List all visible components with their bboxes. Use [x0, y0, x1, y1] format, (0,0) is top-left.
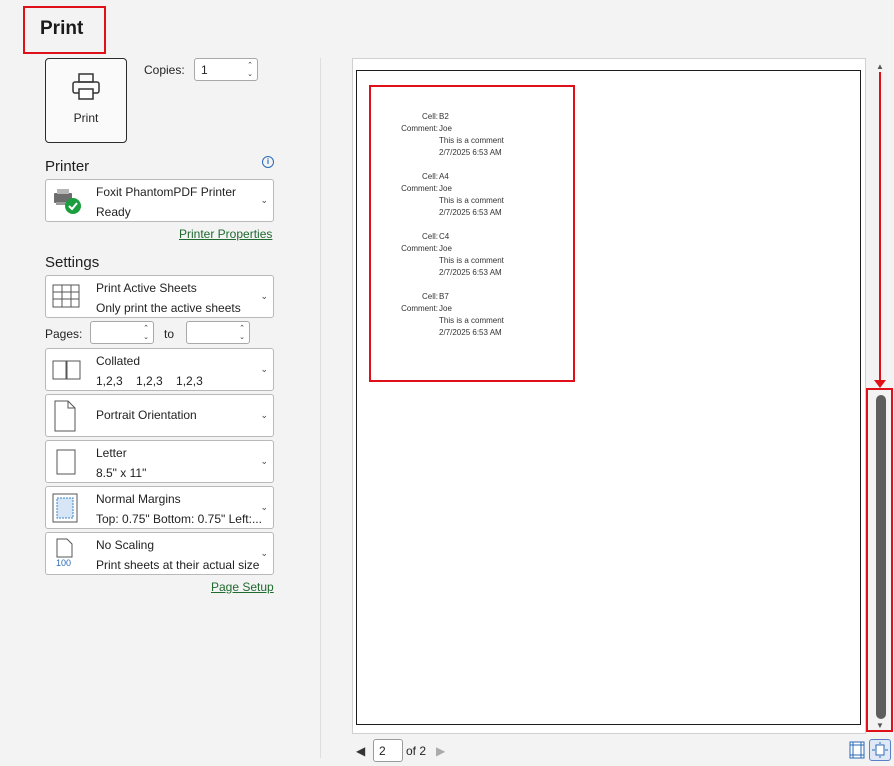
chevron-down-icon: ⌄ — [260, 456, 268, 466]
orientation-dropdown[interactable]: Portrait Orientation ⌄ — [45, 394, 274, 437]
scroll-down-arrow[interactable]: ▼ — [876, 721, 884, 730]
comments-highlight-box — [369, 85, 575, 382]
chevron-down-icon: ⌄ — [260, 291, 268, 301]
scaling-desc: Print sheets at their actual size — [96, 558, 260, 572]
paper-size-dropdown[interactable]: Letter 8.5" x 11" ⌄ — [45, 440, 274, 483]
collation-label: Collated — [96, 354, 141, 368]
chevron-down-icon[interactable]: ⌄ — [247, 71, 253, 78]
chevron-down-icon: ⌄ — [260, 195, 268, 205]
page-count: of 2 — [406, 744, 427, 758]
scaling-label: No Scaling — [96, 538, 155, 552]
previous-page-icon[interactable]: ◀ — [356, 744, 365, 758]
paper-size-desc: 8.5" x 11" — [96, 466, 147, 480]
print-what-label: Print Active Sheets — [96, 281, 197, 295]
printer-section-label: Printer — [45, 158, 90, 175]
print-what-desc: Only print the active sheets — [96, 301, 241, 315]
collation-dropdown[interactable]: Collated 1,2,3 1,2,3 1,2,3 ⌄ — [45, 348, 274, 391]
settings-section-label: Settings — [45, 254, 100, 271]
margins-icon — [52, 493, 78, 528]
current-page: 2 — [379, 744, 386, 758]
page-title: Print — [40, 18, 84, 39]
zoom-to-page-icon[interactable] — [869, 739, 891, 761]
print-what-dropdown[interactable]: Print Active Sheets Only print the activ… — [45, 275, 274, 318]
chevron-up-icon[interactable]: ⌃ — [239, 325, 245, 332]
copies-value: 1 — [201, 63, 208, 77]
chevron-up-icon[interactable]: ⌃ — [143, 325, 149, 332]
print-button[interactable]: Print — [45, 58, 127, 143]
pages-label: Pages: — [45, 327, 83, 341]
scaling-percent-text: 100 — [56, 558, 72, 568]
printer-status: Ready — [96, 205, 131, 219]
collated-icon — [52, 360, 82, 385]
show-margins-icon[interactable] — [849, 741, 865, 759]
scrollbar-highlight-box — [866, 388, 893, 732]
pages-to-label: to — [164, 327, 175, 341]
pages-to-input[interactable]: ⌃ ⌄ — [186, 321, 250, 344]
orientation-label: Portrait Orientation — [96, 408, 197, 422]
panel-divider — [320, 58, 321, 758]
chevron-down-icon: ⌄ — [260, 502, 268, 512]
next-page-icon[interactable]: ▶ — [436, 744, 445, 758]
printer-ready-icon — [52, 187, 82, 220]
chevron-down-icon[interactable]: ⌄ — [143, 334, 149, 341]
printer-icon — [70, 71, 102, 108]
scroll-up-arrow[interactable]: ▲ — [876, 62, 884, 71]
portrait-page-icon — [54, 400, 76, 437]
scaling-dropdown[interactable]: 100 No Scaling Print sheets at their act… — [45, 532, 274, 575]
collation-desc: 1,2,3 1,2,3 1,2,3 — [96, 374, 203, 388]
printer-dropdown[interactable]: Foxit PhantomPDF Printer Ready ⌄ — [45, 179, 274, 222]
copies-label: Copies: — [144, 63, 185, 77]
info-icon[interactable]: i — [262, 156, 274, 168]
sheet-grid-icon — [52, 284, 80, 313]
page-number-input[interactable]: 2 — [373, 739, 403, 762]
pages-from-input[interactable]: ⌃ ⌄ — [90, 321, 154, 344]
chevron-down-icon: ⌄ — [260, 364, 268, 374]
chevron-down-icon: ⌄ — [260, 548, 268, 558]
letter-page-icon — [56, 449, 76, 480]
margins-dropdown[interactable]: Normal Margins Top: 0.75" Bottom: 0.75" … — [45, 486, 274, 529]
copies-stepper[interactable]: 1 ⌃ ⌄ — [194, 58, 258, 81]
printer-name: Foxit PhantomPDF Printer — [96, 185, 237, 199]
chevron-down-icon: ⌄ — [260, 410, 268, 420]
chevron-up-icon[interactable]: ⌃ — [247, 62, 253, 69]
annotation-arrow-line — [879, 72, 881, 386]
print-button-label: Print — [73, 111, 99, 125]
margins-label: Normal Margins — [96, 492, 181, 506]
printer-properties-link[interactable]: Printer Properties — [179, 227, 272, 241]
page-setup-link[interactable]: Page Setup — [211, 580, 274, 594]
chevron-down-icon[interactable]: ⌄ — [239, 334, 245, 341]
margins-desc: Top: 0.75" Bottom: 0.75" Left:... — [96, 512, 262, 526]
annotation-arrow-head — [874, 380, 886, 388]
paper-size-label: Letter — [96, 446, 127, 460]
